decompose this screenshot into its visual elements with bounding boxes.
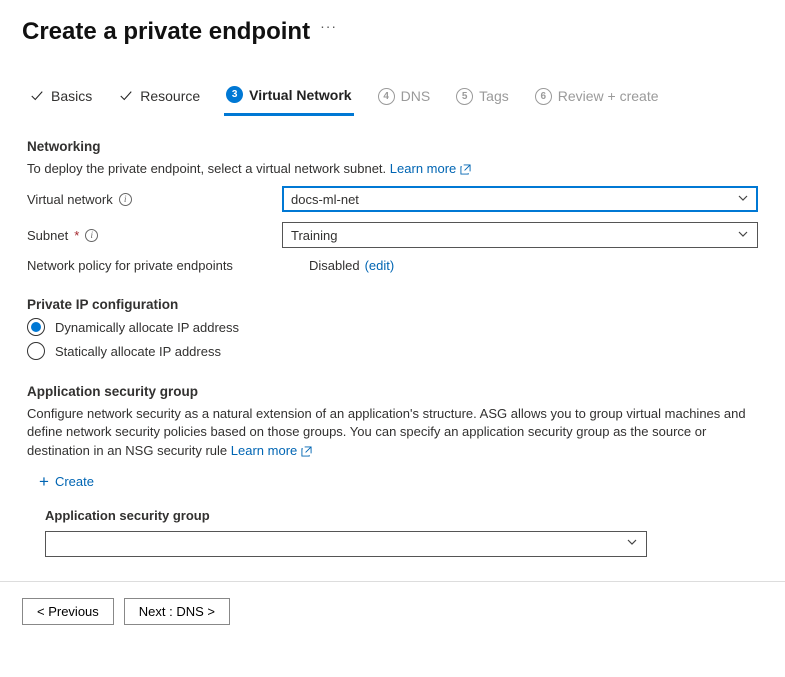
policy-label: Network policy for private endpoints xyxy=(27,258,282,273)
plus-icon: + xyxy=(39,472,49,492)
vnet-value: docs-ml-net xyxy=(291,192,359,207)
subnet-label: Subnet* i xyxy=(27,228,282,243)
step-number: 3 xyxy=(226,86,243,103)
radio-icon xyxy=(27,318,45,336)
policy-value: Disabled xyxy=(309,258,360,273)
more-menu-icon[interactable]: ··· xyxy=(320,18,337,34)
radio-dynamic-label: Dynamically allocate IP address xyxy=(55,320,239,335)
subnet-dropdown[interactable]: Training xyxy=(282,222,758,248)
asg-dropdown[interactable] xyxy=(45,531,647,557)
tab-tags-label: Tags xyxy=(479,88,509,104)
tab-resource-label: Resource xyxy=(140,88,200,104)
tab-basics[interactable]: Basics xyxy=(27,80,94,116)
asg-column-header: Application security group xyxy=(45,508,763,523)
next-button[interactable]: Next : DNS > xyxy=(124,598,230,625)
networking-description: To deploy the private endpoint, select a… xyxy=(27,160,763,178)
external-link-icon xyxy=(460,161,471,176)
tab-vnet-label: Virtual Network xyxy=(249,87,351,103)
step-number: 6 xyxy=(535,88,552,105)
required-indicator: * xyxy=(74,228,79,243)
radio-icon xyxy=(27,342,45,360)
subnet-value: Training xyxy=(291,228,337,243)
radio-dynamic[interactable]: Dynamically allocate IP address xyxy=(27,318,763,336)
section-ipconfig-title: Private IP configuration xyxy=(27,297,763,312)
asg-description: Configure network security as a natural … xyxy=(27,405,763,460)
previous-button[interactable]: < Previous xyxy=(22,598,114,625)
create-label: Create xyxy=(55,474,94,489)
check-icon xyxy=(29,88,45,104)
section-networking-title: Networking xyxy=(27,139,763,154)
tab-basics-label: Basics xyxy=(51,88,92,104)
chevron-down-icon xyxy=(737,228,749,243)
step-number: 4 xyxy=(378,88,395,105)
policy-edit-link[interactable]: (edit) xyxy=(365,258,395,273)
chevron-down-icon xyxy=(626,536,638,551)
learn-more-link[interactable]: Learn more xyxy=(231,443,312,458)
networking-desc-text: To deploy the private endpoint, select a… xyxy=(27,161,386,176)
tab-review-create[interactable]: 6 Review + create xyxy=(533,80,661,116)
vnet-dropdown[interactable]: docs-ml-net xyxy=(282,186,758,212)
tab-virtual-network[interactable]: 3 Virtual Network xyxy=(224,80,353,116)
check-icon xyxy=(118,88,134,104)
asg-desc-text: Configure network security as a natural … xyxy=(27,406,746,457)
page-title: Create a private endpoint xyxy=(22,18,310,46)
info-icon[interactable]: i xyxy=(85,229,98,242)
radio-static-label: Statically allocate IP address xyxy=(55,344,221,359)
tab-dns-label: DNS xyxy=(401,88,431,104)
tab-tags[interactable]: 5 Tags xyxy=(454,80,511,116)
info-icon[interactable]: i xyxy=(119,193,132,206)
external-link-icon xyxy=(301,443,312,458)
tab-resource[interactable]: Resource xyxy=(116,80,202,116)
radio-static[interactable]: Statically allocate IP address xyxy=(27,342,763,360)
vnet-label: Virtual network i xyxy=(27,192,282,207)
learn-more-link[interactable]: Learn more xyxy=(390,161,471,176)
create-asg-button[interactable]: + Create xyxy=(37,468,763,496)
tab-dns[interactable]: 4 DNS xyxy=(376,80,433,116)
section-asg-title: Application security group xyxy=(27,384,763,399)
tab-review-label: Review + create xyxy=(558,88,659,104)
step-number: 5 xyxy=(456,88,473,105)
wizard-tabs: Basics Resource 3 Virtual Network 4 DNS … xyxy=(22,80,763,117)
chevron-down-icon xyxy=(737,192,749,207)
